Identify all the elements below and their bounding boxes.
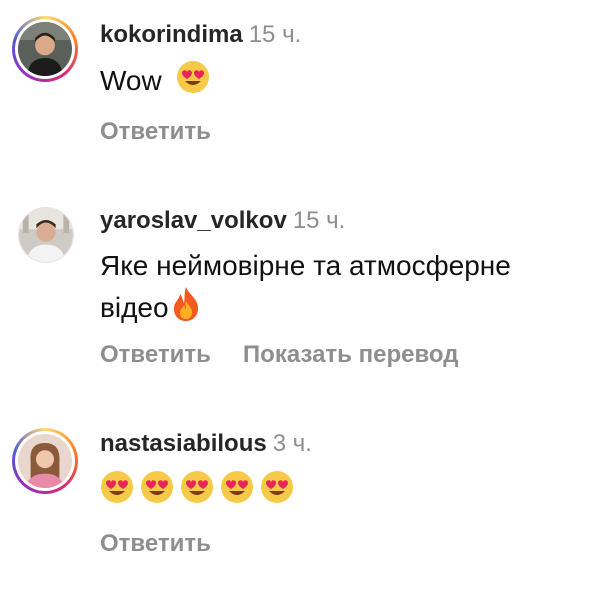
- timestamp: 15 ч.: [292, 207, 346, 234]
- comment-header: kokorindima 15 ч.: [100, 20, 301, 50]
- reply-button[interactable]: Ответить: [100, 341, 211, 368]
- comment-text-line-2: відео: [100, 291, 169, 323]
- timestamp: 15 ч.: [248, 21, 302, 48]
- heart-eyes-emoji-icon: [176, 60, 210, 105]
- comment-text: [100, 470, 590, 515]
- avatar-photo-icon: [18, 22, 72, 76]
- heart-eyes-emoji-icon: [180, 470, 214, 515]
- username[interactable]: kokorindima: [100, 21, 243, 48]
- comment-text-content: Wow: [100, 64, 162, 96]
- comment-text: Wow: [100, 60, 590, 105]
- avatar-photo-icon: [19, 208, 73, 262]
- fire-emoji-icon: [171, 286, 201, 333]
- comment-1: kokorindima 15 ч. Wow Ответить: [0, 0, 600, 180]
- comment-actions: Ответить Показать перевод: [100, 341, 458, 369]
- comment-header: yaroslav_volkov 15 ч.: [100, 206, 345, 236]
- show-translation-button[interactable]: Показать перевод: [243, 341, 459, 368]
- avatar[interactable]: [18, 207, 74, 263]
- avatar[interactable]: [12, 16, 78, 82]
- heart-eyes-emoji-icon: [140, 470, 174, 515]
- comment-text-line-2-wrapper: відео: [100, 286, 590, 333]
- comment-text-line-1: Яке неймовірне та атмосферне: [100, 250, 511, 281]
- heart-eyes-emoji-icon: [260, 470, 294, 515]
- timestamp: 3 ч.: [272, 430, 312, 457]
- username[interactable]: nastasiabilous: [100, 430, 267, 457]
- comment-actions: Ответить: [100, 118, 211, 146]
- avatar[interactable]: [12, 428, 78, 494]
- comment-header: nastasiabilous 3 ч.: [100, 429, 312, 459]
- comment-text: Яке неймовірне та атмосферне відео: [100, 246, 590, 333]
- reply-button[interactable]: Ответить: [100, 118, 211, 145]
- username[interactable]: yaroslav_volkov: [100, 207, 287, 234]
- avatar-photo-icon: [18, 434, 72, 488]
- heart-eyes-emoji-icon: [100, 470, 134, 515]
- heart-eyes-emoji-icon: [220, 470, 254, 515]
- reply-button[interactable]: Ответить: [100, 530, 211, 557]
- comment-actions: Ответить: [100, 530, 211, 558]
